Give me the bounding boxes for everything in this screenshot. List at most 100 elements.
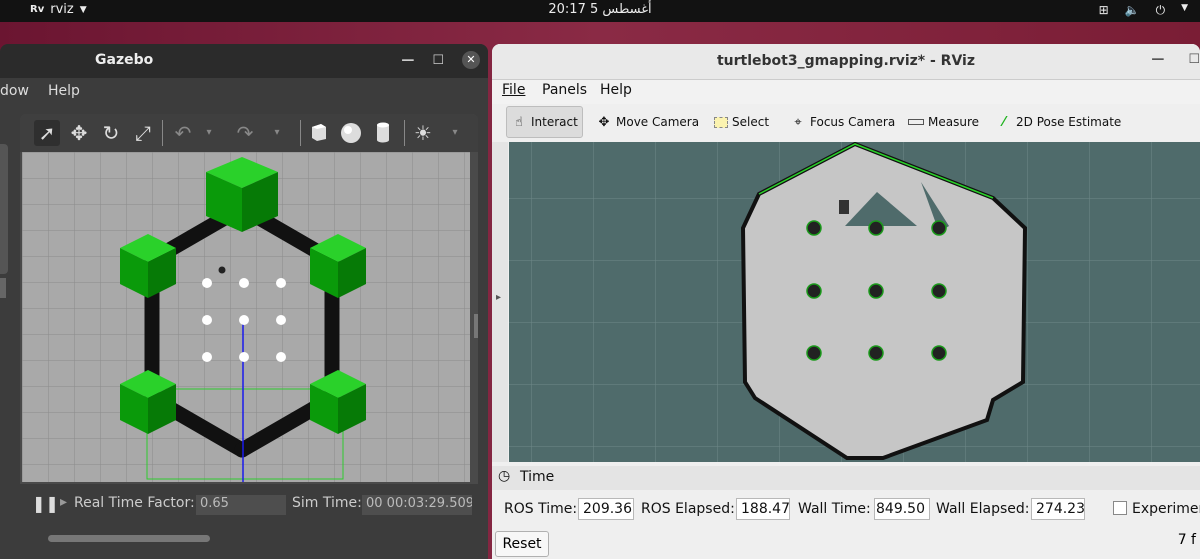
time-panel-header: ◷ Time xyxy=(492,466,1200,490)
green-cube-top xyxy=(206,157,278,232)
minimize-icon[interactable]: — xyxy=(401,53,414,68)
gazebo-toolbar: ➚ ✥ ↻ ⤢ ↶ ▾ ↷ ▾ ☀ ▾ xyxy=(20,114,478,152)
chevron-down-icon[interactable]: ▾ xyxy=(196,120,222,146)
scale-icon[interactable]: ⤢ xyxy=(130,120,156,146)
tool-label: Move Camera xyxy=(616,115,700,129)
ruler-icon xyxy=(908,119,924,125)
redo-icon[interactable]: ↷ xyxy=(232,120,258,146)
menu-window[interactable]: dow xyxy=(0,83,29,99)
window-title: turtlebot3_gmapping.rviz* - RViz xyxy=(716,53,975,69)
hand-icon: ☝ xyxy=(515,114,523,130)
right-panel-handle[interactable] xyxy=(474,314,478,338)
expand-arrow-icon[interactable]: ▸ xyxy=(496,292,501,303)
chevron-down-icon[interactable]: ▼ xyxy=(1181,3,1188,18)
occupancy-map-drawing xyxy=(509,142,1200,462)
gazebo-3d-scene[interactable] xyxy=(22,152,470,482)
clock-icon: ◷ xyxy=(498,468,511,484)
cylinder-icon[interactable] xyxy=(370,120,396,146)
left-panel-tab[interactable] xyxy=(0,144,8,274)
power-icon[interactable]: ⏻ xyxy=(1156,3,1166,18)
rotate-icon[interactable]: ↻ xyxy=(98,120,124,146)
volume-icon[interactable]: 🔈 xyxy=(1125,3,1140,18)
sim-time-value: 00 00:03:29.509 xyxy=(362,495,472,515)
pause-icon[interactable]: ❚❚ xyxy=(32,494,59,513)
interact-tool-button[interactable]: ☝ Interact xyxy=(506,106,583,138)
select-box-icon xyxy=(714,116,728,128)
select-arrow-icon[interactable]: ➚ xyxy=(34,120,60,146)
tool-label: Select xyxy=(732,115,770,129)
gazebo-menu-bar: dow Help xyxy=(0,78,488,104)
displays-panel-collapsed[interactable]: ▸ xyxy=(492,142,508,462)
focus-camera-tool-button[interactable]: ⌖ Focus Camera xyxy=(786,106,899,138)
gazebo-title-bar[interactable]: Gazebo — ☐ ✕ xyxy=(0,44,488,78)
time-panel-title: Time xyxy=(520,469,555,485)
toolbar-separator xyxy=(300,120,301,146)
real-time-factor-label: Real Time Factor: xyxy=(74,495,195,511)
gazebo-window: Gazebo — ☐ ✕ dow Help ➚ ✥ ↻ ⤢ ↶ ▾ ↷ ▾ ☀ … xyxy=(0,44,488,559)
chevron-down-icon[interactable]: ▾ xyxy=(442,120,468,146)
sphere-icon[interactable] xyxy=(338,120,364,146)
rviz-title-bar[interactable]: turtlebot3_gmapping.rviz* - RViz — ☐ xyxy=(492,44,1200,80)
window-controls: — ☐ xyxy=(1151,52,1200,67)
focus-camera-icon: ⌖ xyxy=(794,114,802,130)
clock[interactable]: 20:17 5 أغسطس xyxy=(0,2,1200,17)
tool-label: Interact xyxy=(531,115,578,129)
sun-icon[interactable]: ☀ xyxy=(410,120,436,146)
turtlebot-robot xyxy=(218,266,226,274)
robot-marker xyxy=(839,200,849,214)
wall-elapsed-field[interactable]: 274.23 xyxy=(1031,498,1085,520)
gazebo-render-panel: ➚ ✥ ↻ ⤢ ↶ ▾ ↷ ▾ ☀ ▾ ❚❚ ▸ Real Time Facto… xyxy=(20,114,478,559)
ros-time-label: ROS Time: xyxy=(504,501,578,517)
pose-estimate-tool-button[interactable]: ⁄ 2D Pose Estimate xyxy=(992,106,1125,138)
tool-label: 2D Pose Estimate xyxy=(1016,115,1122,129)
green-arrow-icon: ⁄ xyxy=(1002,114,1006,130)
menu-help[interactable]: Help xyxy=(600,82,632,98)
select-tool-button[interactable]: Select xyxy=(710,106,773,138)
menu-file[interactable]: File xyxy=(502,82,525,98)
wall-time-label: Wall Time: xyxy=(798,501,871,517)
undo-icon[interactable]: ↶ xyxy=(170,120,196,146)
rviz-3d-view[interactable] xyxy=(509,142,1200,462)
gazebo-status-bar: ❚❚ ▸ Real Time Factor: 0.65 Sim Time: 00… xyxy=(20,484,478,559)
horizontal-scrollbar[interactable] xyxy=(48,535,210,542)
reset-button[interactable]: Reset xyxy=(495,531,549,557)
minimize-icon[interactable]: — xyxy=(1151,52,1164,67)
sim-time-label: Sim Time: xyxy=(292,495,362,511)
chevron-down-icon[interactable]: ▾ xyxy=(264,120,290,146)
system-top-bar: Rv rviz ▼ 20:17 5 أغسطس ⊞ 🔈 ⏻ ▼ xyxy=(0,0,1200,22)
network-icon[interactable]: ⊞ xyxy=(1099,3,1109,18)
ros-time-field[interactable]: 209.36 xyxy=(578,498,634,520)
move-camera-tool-button[interactable]: ✥ Move Camera xyxy=(592,106,703,138)
maximize-icon[interactable]: ☐ xyxy=(1188,52,1200,67)
measure-tool-button[interactable]: Measure xyxy=(904,106,983,138)
ros-elapsed-field[interactable]: 188.47 xyxy=(736,498,790,520)
step-icon[interactable]: ▸ xyxy=(60,494,67,510)
wall-time-field[interactable]: 9849.50 xyxy=(874,498,930,520)
experimental-label: Experimen xyxy=(1132,501,1200,517)
move-camera-icon: ✥ xyxy=(598,114,610,130)
close-icon[interactable]: ✕ xyxy=(462,51,480,69)
toolbar-separator xyxy=(162,120,163,146)
window-controls: — ☐ ✕ xyxy=(401,51,480,69)
fps-label: 7 f xyxy=(1177,532,1196,548)
rviz-window: turtlebot3_gmapping.rviz* - RViz — ☐ Fil… xyxy=(492,44,1200,559)
experimental-checkbox[interactable] xyxy=(1113,501,1127,515)
maximize-icon[interactable]: ☐ xyxy=(432,53,444,68)
window-title: Gazebo xyxy=(95,52,154,68)
gazebo-scene-drawing xyxy=(22,152,470,482)
wall-elapsed-label: Wall Elapsed: xyxy=(936,501,1030,517)
box-icon[interactable] xyxy=(306,120,332,146)
translate-icon[interactable]: ✥ xyxy=(66,120,92,146)
ros-elapsed-label: ROS Elapsed: xyxy=(641,501,735,517)
menu-panels[interactable]: Panels xyxy=(542,82,587,98)
tool-label: Measure xyxy=(928,115,979,129)
toolbar-separator xyxy=(404,120,405,146)
rviz-menu-bar: File Panels Help xyxy=(492,80,1200,104)
left-panel-handle[interactable] xyxy=(0,278,6,298)
time-panel: ROS Time: 209.36 ROS Elapsed: 188.47 Wal… xyxy=(492,490,1200,530)
menu-help[interactable]: Help xyxy=(48,83,80,99)
system-tray[interactable]: ⊞ 🔈 ⏻ ▼ xyxy=(1099,3,1188,18)
tool-label: Focus Camera xyxy=(810,115,896,129)
real-time-factor-value: 0.65 xyxy=(196,495,286,515)
rviz-toolbar: ☝ Interact ✥ Move Camera Select ⌖ Focus … xyxy=(500,106,1200,138)
